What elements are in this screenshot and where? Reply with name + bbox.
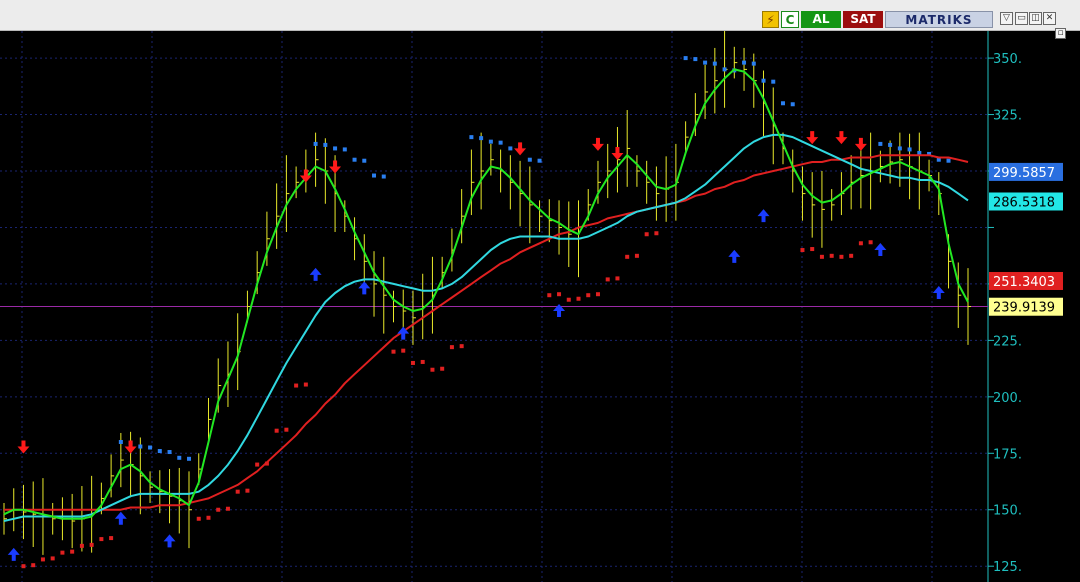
y-tick-label: 150. xyxy=(993,504,1022,519)
sar-dot xyxy=(605,277,610,282)
sar-dot xyxy=(819,254,824,259)
sar-dot xyxy=(742,60,747,65)
sar-dot xyxy=(498,140,503,145)
sar-dot xyxy=(488,139,493,144)
sar-dot xyxy=(683,56,688,61)
sar-dot xyxy=(235,489,240,494)
sar-dot xyxy=(790,102,795,107)
y-tick-label: 225. xyxy=(993,334,1022,349)
sar-dot xyxy=(284,427,289,432)
sar-dot xyxy=(157,449,162,454)
sar-dot xyxy=(800,248,805,253)
sar-dot xyxy=(196,516,201,521)
sar-dot xyxy=(391,349,396,354)
sar-dot xyxy=(654,231,659,236)
sar-dot xyxy=(858,241,863,246)
sar-dot xyxy=(810,247,815,252)
sar-dot xyxy=(644,232,649,237)
sar-dot xyxy=(206,515,211,520)
value-label-text: 286.5318 xyxy=(993,195,1055,210)
sar-dot xyxy=(138,444,143,449)
sar-dot xyxy=(118,439,123,444)
sar-dot xyxy=(31,563,36,568)
sar-dot xyxy=(99,537,104,542)
sar-dot xyxy=(216,507,221,512)
sar-dot xyxy=(177,455,182,460)
price-chart: 125. 150. 175. 200. 225. 325. 350. 299.5857 286.… xyxy=(0,31,1063,582)
sar-dot xyxy=(449,345,454,350)
value-label-text: 239.9139 xyxy=(993,301,1055,316)
sar-dot xyxy=(352,157,357,162)
sar-dot xyxy=(595,292,600,297)
sar-dot xyxy=(323,142,328,147)
y-tick-label: 200. xyxy=(993,391,1022,406)
sar-dot xyxy=(586,293,591,298)
sar-dot xyxy=(50,556,55,561)
sar-dot xyxy=(703,60,708,65)
sar-dot xyxy=(868,240,873,245)
sar-dot xyxy=(342,147,347,152)
sar-dot xyxy=(430,367,435,372)
sar-dot xyxy=(469,135,474,140)
sar-dot xyxy=(566,297,571,302)
sar-dot xyxy=(410,360,415,365)
sar-dot xyxy=(761,78,766,83)
sar-dot xyxy=(459,344,464,349)
sar-dot xyxy=(401,348,406,353)
sar-dot xyxy=(274,428,279,433)
sar-dot xyxy=(479,136,484,141)
y-tick-label: 325. xyxy=(993,109,1022,124)
y-tick-label: 350. xyxy=(993,52,1022,67)
sar-dot xyxy=(40,557,45,562)
sar-dot xyxy=(946,158,951,163)
sar-dot xyxy=(878,141,883,146)
value-label-text: 251.3403 xyxy=(993,275,1055,290)
sar-dot xyxy=(109,536,114,541)
sar-dot xyxy=(888,142,893,147)
sar-dot xyxy=(849,253,854,258)
sar-dot xyxy=(897,146,902,151)
sar-dot xyxy=(547,293,552,298)
sar-dot xyxy=(70,549,75,554)
sar-dot xyxy=(440,366,445,371)
sar-dot xyxy=(829,253,834,258)
sar-dot xyxy=(372,173,377,178)
sar-dot xyxy=(693,57,698,62)
sar-dot xyxy=(420,359,425,364)
sar-dot xyxy=(225,506,230,511)
sar-dot xyxy=(508,146,513,151)
sar-dot xyxy=(907,147,912,152)
sar-dot xyxy=(576,296,581,301)
sar-dot xyxy=(527,157,532,162)
value-label-text: 299.5857 xyxy=(993,166,1055,181)
sar-dot xyxy=(245,488,250,493)
sar-dot xyxy=(60,550,65,555)
sar-dot xyxy=(537,158,542,163)
sar-dot xyxy=(712,61,717,66)
sar-dot xyxy=(79,543,84,548)
sar-dot xyxy=(294,383,299,388)
sar-dot xyxy=(615,276,620,281)
sar-dot xyxy=(751,61,756,66)
y-tick-label: 175. xyxy=(993,447,1022,462)
sar-dot xyxy=(167,450,172,455)
y-tick-label: 125. xyxy=(993,560,1022,575)
sar-dot xyxy=(722,67,727,72)
sar-dot xyxy=(187,456,192,461)
sar-dot xyxy=(557,292,562,297)
sar-dot xyxy=(313,141,318,146)
sar-dot xyxy=(21,564,26,569)
sar-dot xyxy=(333,146,338,151)
sar-dot xyxy=(148,445,153,450)
sar-dot xyxy=(625,254,630,259)
sar-dot xyxy=(839,254,844,259)
sar-dot xyxy=(362,158,367,163)
sar-dot xyxy=(780,101,785,106)
sar-dot xyxy=(381,174,386,179)
sar-dot xyxy=(255,462,260,467)
sar-dot xyxy=(634,253,639,258)
sar-dot xyxy=(303,382,308,387)
sar-dot xyxy=(89,542,94,547)
sar-dot xyxy=(771,79,776,84)
